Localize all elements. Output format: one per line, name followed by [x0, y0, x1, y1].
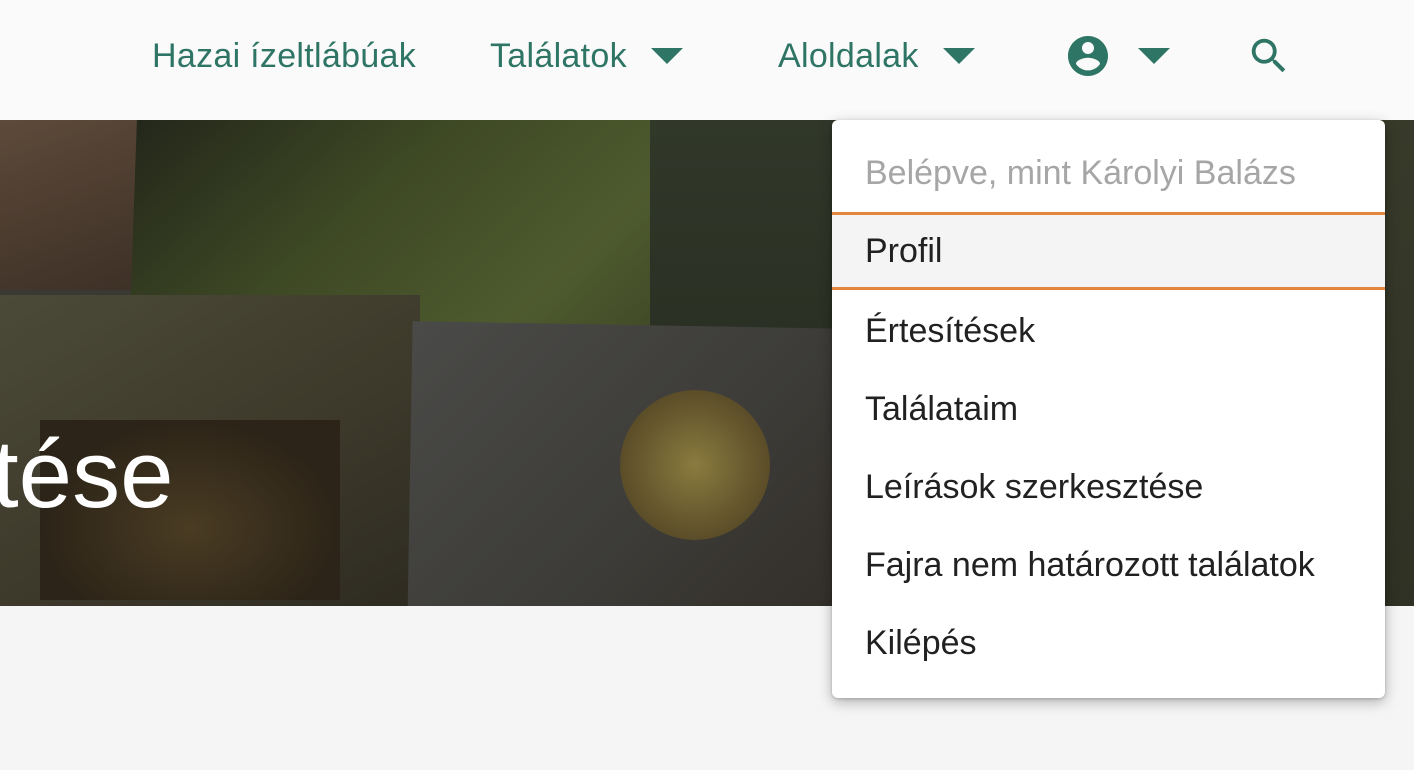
hero-photo-tile [620, 390, 770, 540]
menu-item-label: Profil [865, 231, 943, 270]
top-navbar: Hazai ízeltlábúak Találatok Aloldalak [0, 0, 1414, 120]
nav-dropdown-findings[interactable]: Találatok [490, 30, 683, 82]
menu-item-logout[interactable]: Kilépés [832, 604, 1385, 682]
nav-dropdown-findings-label: Találatok [490, 36, 627, 75]
nav-link-home-label: Hazai ízeltlábúak [152, 36, 417, 75]
search-button[interactable] [1246, 30, 1292, 82]
caret-down-icon [942, 48, 975, 64]
caret-down-icon [1138, 48, 1170, 64]
menu-item-label: Találataim [865, 389, 1019, 428]
nav-dropdown-subpages-label: Aloldalak [778, 36, 919, 75]
nav-link-home[interactable]: Hazai ízeltlábúak [152, 30, 416, 82]
menu-item-my-findings[interactable]: Találataim [832, 370, 1385, 448]
menu-item-label: Kilépés [865, 623, 977, 662]
caret-down-icon [650, 48, 683, 64]
hero-title: tése [0, 421, 174, 528]
menu-item-unidentified-findings[interactable]: Fajra nem határozott találatok [832, 526, 1385, 604]
search-icon [1251, 38, 1286, 73]
menu-item-label: Értesítések [865, 311, 1036, 350]
nav-dropdown-account[interactable] [1064, 30, 1170, 82]
hero-photo-tile [0, 120, 140, 290]
menu-item-notifications[interactable]: Értesítések [832, 292, 1385, 370]
nav-dropdown-subpages[interactable]: Aloldalak [778, 30, 975, 82]
user-dropdown-menu: Belépve, mint Károlyi Balázs Profil Érte… [832, 120, 1385, 698]
menu-item-label: Fajra nem határozott találatok [865, 545, 1315, 584]
hero-photo-tile [650, 120, 850, 340]
menu-item-label: Leírások szerkesztése [865, 467, 1204, 506]
account-circle-icon [1068, 36, 1108, 76]
logged-in-as-label: Belépve, mint Károlyi Balázs [865, 154, 1296, 192]
menu-item-profile[interactable]: Profil [832, 212, 1385, 290]
menu-item-edit-descriptions[interactable]: Leírások szerkesztése [832, 448, 1385, 526]
